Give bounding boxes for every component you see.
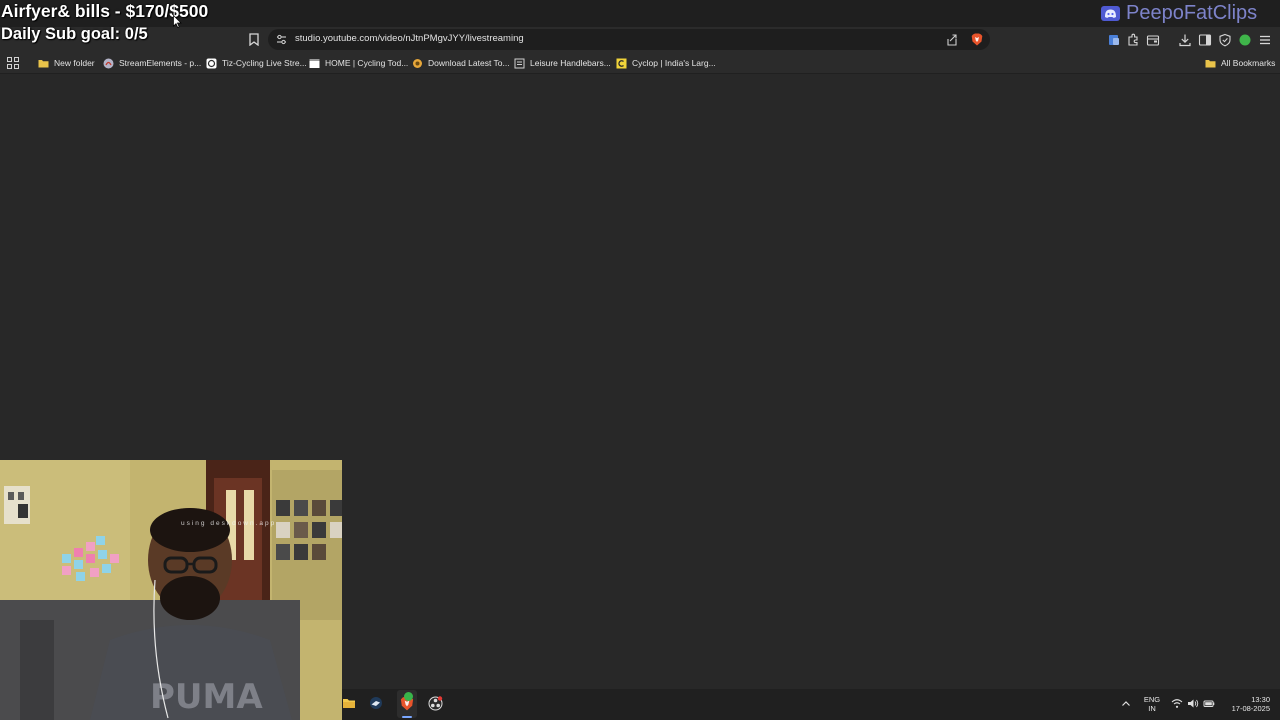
clock-date: 17-08-2025 (1231, 704, 1270, 713)
webcam-scene: PUMA (0, 460, 342, 720)
tiz-cycling-icon (206, 58, 217, 68)
screen: studio.youtube.com/video/nJtnPMgvJYY/liv… (0, 0, 1280, 720)
extension-translate-icon[interactable] (1107, 33, 1121, 47)
bookmark-cyclop[interactable]: Cyclop | India's Larg... (616, 56, 716, 70)
address-bar[interactable]: studio.youtube.com/video/nJtnPMgvJYY/liv… (268, 29, 990, 50)
all-bookmarks-button[interactable]: All Bookmarks (1205, 56, 1275, 70)
active-indicator (402, 716, 412, 718)
bookmark-label: Download Latest To... (428, 58, 510, 68)
volume-icon[interactable] (1187, 698, 1199, 709)
discord-icon (1101, 5, 1120, 21)
tray-overflow-chevron-icon[interactable] (1121, 699, 1131, 709)
share-icon[interactable] (946, 34, 958, 46)
page-icon (514, 58, 525, 68)
downloads-icon[interactable] (1178, 33, 1192, 47)
wallet-icon[interactable] (1146, 33, 1160, 47)
obs-studio-icon[interactable] (428, 696, 443, 711)
steam-icon[interactable] (369, 696, 383, 710)
sidebar-toggle-icon[interactable] (1198, 33, 1212, 47)
bookmark-streamelements[interactable]: StreamElements - p... (103, 56, 201, 70)
folder-icon (1205, 59, 1216, 67)
download-site-icon (413, 58, 422, 68)
bookmark-label: Tiz-Cycling Live Stre... (222, 58, 307, 68)
page-icon (309, 58, 320, 68)
all-bookmarks-label: All Bookmarks (1221, 58, 1276, 68)
cyclop-icon (616, 58, 627, 68)
brave-shields-icon[interactable] (971, 33, 983, 46)
bookmark-download-latest[interactable]: Download Latest To... (412, 56, 510, 70)
apps-grid-icon[interactable] (7, 57, 19, 69)
folder-icon (38, 59, 49, 67)
site-info-icon[interactable] (276, 34, 287, 45)
webcam-feed: PUMA (0, 460, 342, 720)
bookmark-cycling-today[interactable]: HOME | Cycling Tod... (309, 56, 408, 70)
brave-taskbar-button[interactable] (397, 690, 417, 718)
vpn-shield-icon[interactable] (1218, 33, 1232, 47)
bookmark-label: StreamElements - p... (119, 58, 202, 68)
sub-goal-text: Daily Sub goal: 0/5 (1, 25, 148, 43)
extensions-puzzle-icon[interactable] (1126, 33, 1140, 47)
bookmark-tiz-cycling[interactable]: Tiz-Cycling Live Stre... (206, 56, 307, 70)
wifi-icon[interactable] (1171, 698, 1183, 709)
channel-overlay: PeepoFatClips (1101, 2, 1257, 24)
file-explorer-icon[interactable] (342, 696, 356, 710)
bookmark-label: Leisure Handlebars... (530, 58, 611, 68)
battery-icon[interactable] (1203, 698, 1215, 709)
menu-hamburger-icon[interactable] (1258, 33, 1272, 47)
language-indicator[interactable]: ENG IN (1141, 695, 1163, 713)
bookmark-label: HOME | Cycling Tod... (325, 58, 409, 68)
browser-toolbar: studio.youtube.com/video/nJtnPMgvJYY/liv… (0, 27, 1280, 52)
profile-avatar-icon[interactable] (1238, 33, 1252, 47)
mouse-cursor-icon (173, 15, 182, 28)
clock-time: 13:30 (1251, 695, 1270, 704)
clock[interactable]: 13:30 17-08-2025 (1222, 695, 1270, 713)
status-dot-icon (404, 692, 413, 701)
shirt-logo-art: PUMA (150, 677, 263, 717)
bookmark-label: New folder (54, 58, 95, 68)
streamelements-icon (103, 58, 114, 68)
taskbar (342, 689, 1280, 720)
bookmark-label: Cyclop | India's Larg... (632, 58, 716, 68)
language-code: ENG (1143, 695, 1161, 704)
url-text[interactable]: studio.youtube.com/video/nJtnPMgvJYY/liv… (295, 33, 524, 44)
region-code: IN (1148, 704, 1156, 713)
bookmark-page-icon[interactable] (248, 33, 260, 46)
channel-name: PeepoFatClips (1126, 1, 1258, 24)
webcam-watermark: using deskdown.app (181, 520, 277, 527)
bookmark-new-folder[interactable]: New folder (38, 56, 95, 70)
bookmark-leisure-handlebars[interactable]: Leisure Handlebars... (514, 56, 611, 70)
